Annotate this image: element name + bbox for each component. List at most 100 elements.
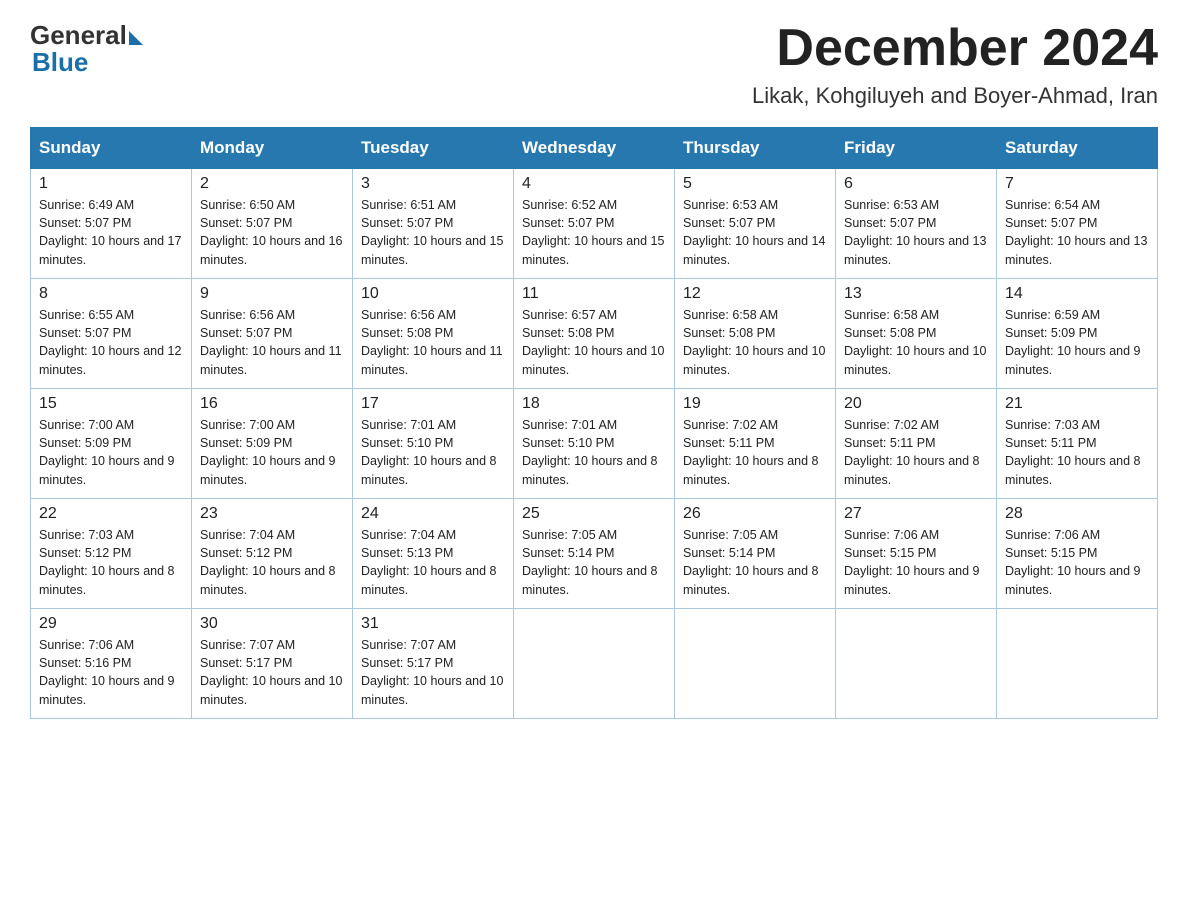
calendar-day-cell: 18Sunrise: 7:01 AMSunset: 5:10 PMDayligh…	[514, 389, 675, 499]
day-info: Sunrise: 6:56 AMSunset: 5:08 PMDaylight:…	[361, 308, 503, 376]
day-info: Sunrise: 6:52 AMSunset: 5:07 PMDaylight:…	[522, 198, 664, 266]
calendar-day-cell: 24 Sunrise: 7:04 AMSunset: 5:13 PMDayligh…	[353, 499, 514, 609]
calendar-day-cell: 25 Sunrise: 7:05 AMSunset: 5:14 PMDayligh…	[514, 499, 675, 609]
calendar-week-row: 29 Sunrise: 7:06 AMSunset: 5:16 PMDayligh…	[31, 609, 1158, 719]
calendar-day-cell: 11 Sunrise: 6:57 AMSunset: 5:08 PMDayligh…	[514, 279, 675, 389]
day-number: 12	[683, 285, 827, 303]
title-section: December 2024 Likak, Kohgiluyeh and Boye…	[752, 20, 1158, 109]
day-info: Sunrise: 7:03 AMSunset: 5:11 PMDaylight:…	[1005, 418, 1141, 486]
calendar-day-cell: 8 Sunrise: 6:55 AMSunset: 5:07 PMDaylight…	[31, 279, 192, 389]
logo: General Blue	[30, 20, 143, 78]
day-info: Sunrise: 7:05 AMSunset: 5:14 PMDaylight:…	[683, 528, 819, 596]
calendar-day-cell	[675, 609, 836, 719]
calendar-week-row: 8 Sunrise: 6:55 AMSunset: 5:07 PMDaylight…	[31, 279, 1158, 389]
page-header: General Blue December 2024 Likak, Kohgil…	[30, 20, 1158, 109]
day-number: 8	[39, 285, 183, 303]
day-number: 5	[683, 175, 827, 193]
day-info: Sunrise: 6:49 AMSunset: 5:07 PMDaylight:…	[39, 198, 181, 266]
weekday-header-sunday: Sunday	[31, 128, 192, 169]
calendar-day-cell: 23 Sunrise: 7:04 AMSunset: 5:12 PMDayligh…	[192, 499, 353, 609]
day-number: 2	[200, 175, 344, 193]
calendar-week-row: 15Sunrise: 7:00 AMSunset: 5:09 PMDayligh…	[31, 389, 1158, 499]
day-number: 25	[522, 505, 666, 523]
calendar-day-cell: 13Sunrise: 6:58 AMSunset: 5:08 PMDayligh…	[836, 279, 997, 389]
weekday-header-wednesday: Wednesday	[514, 128, 675, 169]
day-number: 16	[200, 395, 344, 413]
day-number: 24	[361, 505, 505, 523]
day-number: 1	[39, 175, 183, 193]
calendar-day-cell: 26 Sunrise: 7:05 AMSunset: 5:14 PMDayligh…	[675, 499, 836, 609]
day-info: Sunrise: 7:07 AMSunset: 5:17 PMDaylight:…	[200, 638, 342, 706]
weekday-header-monday: Monday	[192, 128, 353, 169]
calendar-day-cell: 2 Sunrise: 6:50 AMSunset: 5:07 PMDaylight…	[192, 169, 353, 279]
day-info: Sunrise: 6:56 AMSunset: 5:07 PMDaylight:…	[200, 308, 342, 376]
day-number: 14	[1005, 285, 1149, 303]
calendar-day-cell: 4 Sunrise: 6:52 AMSunset: 5:07 PMDaylight…	[514, 169, 675, 279]
day-info: Sunrise: 7:04 AMSunset: 5:12 PMDaylight:…	[200, 528, 336, 596]
calendar-day-cell: 5Sunrise: 6:53 AMSunset: 5:07 PMDaylight…	[675, 169, 836, 279]
calendar-day-cell: 29 Sunrise: 7:06 AMSunset: 5:16 PMDayligh…	[31, 609, 192, 719]
calendar-day-cell: 28 Sunrise: 7:06 AMSunset: 5:15 PMDayligh…	[997, 499, 1158, 609]
day-number: 4	[522, 175, 666, 193]
day-info: Sunrise: 6:50 AMSunset: 5:07 PMDaylight:…	[200, 198, 342, 266]
day-info: Sunrise: 7:06 AMSunset: 5:16 PMDaylight:…	[39, 638, 175, 706]
calendar-day-cell: 17 Sunrise: 7:01 AMSunset: 5:10 PMDayligh…	[353, 389, 514, 499]
calendar-day-cell: 20 Sunrise: 7:02 AMSunset: 5:11 PMDayligh…	[836, 389, 997, 499]
day-number: 23	[200, 505, 344, 523]
day-info: Sunrise: 7:05 AMSunset: 5:14 PMDaylight:…	[522, 528, 658, 596]
day-number: 10	[361, 285, 505, 303]
day-number: 6	[844, 175, 988, 193]
weekday-header-friday: Friday	[836, 128, 997, 169]
calendar-table: SundayMondayTuesdayWednesdayThursdayFrid…	[30, 127, 1158, 719]
day-info: Sunrise: 7:03 AMSunset: 5:12 PMDaylight:…	[39, 528, 175, 596]
logo-arrow-icon	[129, 31, 143, 45]
day-info: Sunrise: 6:51 AMSunset: 5:07 PMDaylight:…	[361, 198, 503, 266]
day-info: Sunrise: 7:01 AMSunset: 5:10 PMDaylight:…	[361, 418, 497, 486]
day-info: Sunrise: 7:06 AMSunset: 5:15 PMDaylight:…	[1005, 528, 1141, 596]
day-number: 9	[200, 285, 344, 303]
calendar-day-cell: 12 Sunrise: 6:58 AMSunset: 5:08 PMDayligh…	[675, 279, 836, 389]
calendar-day-cell: 21 Sunrise: 7:03 AMSunset: 5:11 PMDayligh…	[997, 389, 1158, 499]
day-info: Sunrise: 7:02 AMSunset: 5:11 PMDaylight:…	[844, 418, 980, 486]
calendar-day-cell: 15Sunrise: 7:00 AMSunset: 5:09 PMDayligh…	[31, 389, 192, 499]
day-number: 30	[200, 615, 344, 633]
day-info: Sunrise: 6:59 AMSunset: 5:09 PMDaylight:…	[1005, 308, 1141, 376]
calendar-day-cell: 7Sunrise: 6:54 AMSunset: 5:07 PMDaylight…	[997, 169, 1158, 279]
day-number: 26	[683, 505, 827, 523]
calendar-day-cell	[997, 609, 1158, 719]
day-info: Sunrise: 7:00 AMSunset: 5:09 PMDaylight:…	[39, 418, 175, 486]
calendar-day-cell: 6 Sunrise: 6:53 AMSunset: 5:07 PMDaylight…	[836, 169, 997, 279]
day-number: 20	[844, 395, 988, 413]
day-info: Sunrise: 6:58 AMSunset: 5:08 PMDaylight:…	[844, 308, 986, 376]
day-number: 21	[1005, 395, 1149, 413]
day-info: Sunrise: 7:00 AMSunset: 5:09 PMDaylight:…	[200, 418, 336, 486]
weekday-header-thursday: Thursday	[675, 128, 836, 169]
day-number: 17	[361, 395, 505, 413]
month-title: December 2024	[752, 20, 1158, 77]
calendar-day-cell: 10 Sunrise: 6:56 AMSunset: 5:08 PMDayligh…	[353, 279, 514, 389]
calendar-day-cell: 3Sunrise: 6:51 AMSunset: 5:07 PMDaylight…	[353, 169, 514, 279]
calendar-day-cell: 19Sunrise: 7:02 AMSunset: 5:11 PMDayligh…	[675, 389, 836, 499]
day-number: 29	[39, 615, 183, 633]
day-number: 28	[1005, 505, 1149, 523]
location-title: Likak, Kohgiluyeh and Boyer-Ahmad, Iran	[752, 83, 1158, 109]
calendar-day-cell: 31Sunrise: 7:07 AMSunset: 5:17 PMDayligh…	[353, 609, 514, 719]
day-info: Sunrise: 6:57 AMSunset: 5:08 PMDaylight:…	[522, 308, 664, 376]
day-info: Sunrise: 6:58 AMSunset: 5:08 PMDaylight:…	[683, 308, 825, 376]
calendar-day-cell	[514, 609, 675, 719]
day-info: Sunrise: 7:06 AMSunset: 5:15 PMDaylight:…	[844, 528, 980, 596]
calendar-week-row: 22 Sunrise: 7:03 AMSunset: 5:12 PMDayligh…	[31, 499, 1158, 609]
day-info: Sunrise: 6:54 AMSunset: 5:07 PMDaylight:…	[1005, 198, 1147, 266]
calendar-day-cell: 1 Sunrise: 6:49 AMSunset: 5:07 PMDaylight…	[31, 169, 192, 279]
day-info: Sunrise: 6:53 AMSunset: 5:07 PMDaylight:…	[844, 198, 986, 266]
weekday-header-saturday: Saturday	[997, 128, 1158, 169]
day-number: 11	[522, 285, 666, 303]
day-info: Sunrise: 6:55 AMSunset: 5:07 PMDaylight:…	[39, 308, 181, 376]
day-number: 22	[39, 505, 183, 523]
calendar-day-cell: 9 Sunrise: 6:56 AMSunset: 5:07 PMDaylight…	[192, 279, 353, 389]
day-number: 31	[361, 615, 505, 633]
day-info: Sunrise: 7:04 AMSunset: 5:13 PMDaylight:…	[361, 528, 497, 596]
weekday-header-tuesday: Tuesday	[353, 128, 514, 169]
weekday-header-row: SundayMondayTuesdayWednesdayThursdayFrid…	[31, 128, 1158, 169]
calendar-week-row: 1 Sunrise: 6:49 AMSunset: 5:07 PMDaylight…	[31, 169, 1158, 279]
